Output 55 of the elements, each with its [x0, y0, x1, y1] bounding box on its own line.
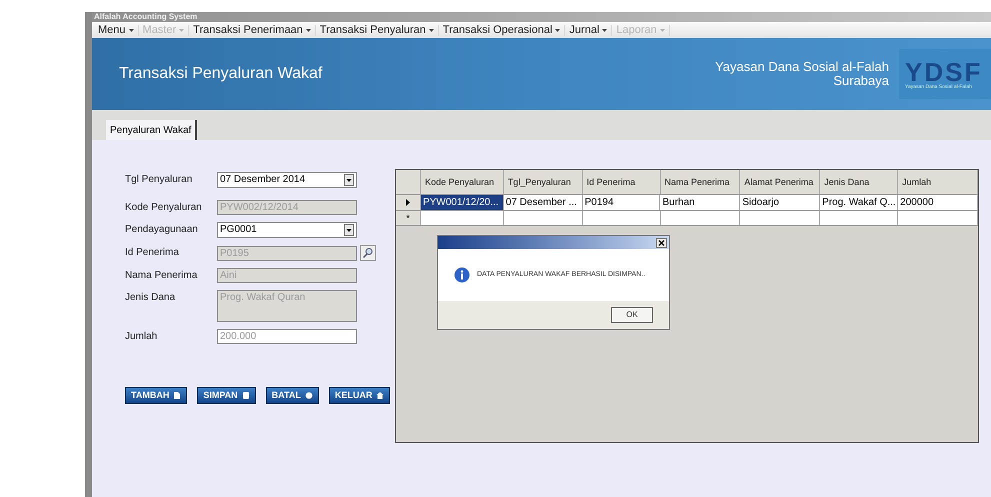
caret-icon	[660, 28, 665, 32]
table-cell: 07 Desember ...	[504, 195, 583, 210]
new-row-marker: *	[396, 211, 421, 225]
organization-city: Surabaya	[833, 74, 889, 88]
caret-icon	[428, 28, 434, 32]
info-icon	[454, 267, 470, 283]
column-header[interactable]: Alamat Penerima	[740, 170, 820, 194]
action-button[interactable]: BATAL	[266, 387, 319, 404]
field-label: Pendayagunaan	[125, 223, 199, 237]
menu-item[interactable]: Menu	[94, 24, 139, 36]
column-header[interactable]: Jenis Dana	[820, 170, 898, 194]
table-cell: PYW001/12/20...	[420, 195, 504, 210]
action-button[interactable]: SIMPAN	[197, 387, 256, 404]
caret-icon	[555, 28, 560, 32]
column-header[interactable]: Jumlah	[898, 170, 978, 194]
menu-item[interactable]: Transaksi Penerimaan	[189, 24, 316, 36]
dropdown-field[interactable]: 07 Desember 2014	[217, 172, 357, 188]
column-header[interactable]: Id Penerima	[582, 170, 661, 194]
field-label: Kode Penyaluran	[125, 201, 203, 215]
column-header[interactable]: Nama Penerima	[660, 170, 740, 194]
table-cell: 200000	[898, 195, 978, 210]
caret-icon	[128, 28, 134, 32]
field-label: Jenis Dana	[125, 291, 176, 305]
window-title: Alfalah Accounting System	[94, 13, 198, 21]
organization-name: Yayasan Dana Sosial al-Falah	[715, 60, 889, 74]
logo-text: YDSF	[905, 58, 982, 84]
tab[interactable]: Penyaluran Wakaf	[106, 120, 198, 140]
table-cell: Prog. Wakaf Q...	[820, 195, 898, 210]
search-icon[interactable]	[360, 245, 376, 261]
table-cell: Sidoarjo	[740, 195, 820, 210]
field-label: Id Penerima	[125, 246, 180, 260]
home-icon	[376, 391, 384, 400]
field-label: Tgl Penyaluran	[125, 173, 194, 187]
page-title: Transaksi Penyaluran Wakaf	[119, 64, 322, 84]
dropdown-field[interactable]: PG0001	[217, 222, 357, 238]
action-button[interactable]: TAMBAH	[125, 387, 188, 404]
close-icon[interactable]	[656, 238, 667, 248]
table-cell: Burhan	[660, 195, 740, 210]
column-header[interactable]: Tgl_Penyaluran	[504, 170, 583, 194]
cancel-icon	[304, 391, 313, 400]
caret-icon	[602, 28, 608, 32]
menu-item[interactable]: Jurnal	[565, 24, 612, 36]
row-header[interactable]	[396, 195, 421, 210]
field-label: Jumlah	[125, 330, 158, 344]
current-row-icon	[406, 199, 410, 206]
ok-button[interactable]: OK	[611, 307, 653, 323]
field-label: Nama Penerima	[125, 269, 198, 283]
menu-item[interactable]: Transaksi Operasional	[438, 24, 566, 36]
column-header[interactable]: Kode Penyaluran	[420, 170, 504, 194]
menu-item[interactable]: Transaksi Penyaluran	[316, 24, 439, 36]
table-cell: P0194	[582, 195, 660, 210]
caret-icon	[179, 28, 184, 32]
action-button[interactable]: KELUAR	[328, 387, 390, 404]
caret-icon	[306, 28, 311, 32]
page-icon	[173, 391, 182, 400]
